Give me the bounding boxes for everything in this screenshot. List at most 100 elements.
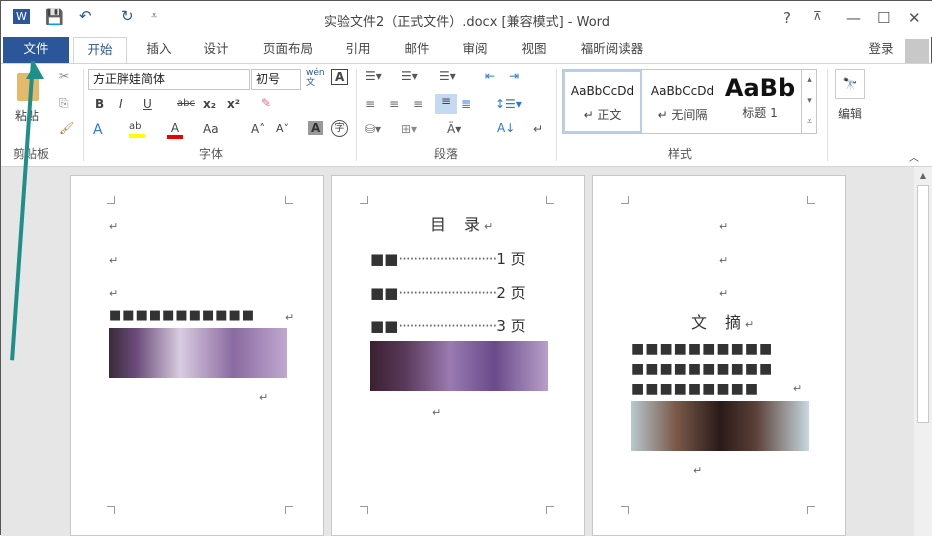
help-icon[interactable]: ? — [783, 9, 791, 27]
separator — [827, 69, 828, 161]
toc-entry[interactable]: ■■··························1 页 — [370, 248, 555, 269]
tab-references[interactable]: 引用 — [336, 37, 380, 64]
align-center-icon[interactable]: ≡ — [389, 97, 399, 111]
collapse-ribbon-icon[interactable]: ︿ — [909, 149, 919, 164]
highlight-icon[interactable]: ab — [129, 121, 145, 138]
styles-group-label: 样式 — [668, 147, 693, 161]
change-case-button[interactable]: Aa — [203, 122, 219, 136]
toc-title: 目 录 — [430, 215, 482, 234]
login-link[interactable]: 登录 — [863, 37, 899, 64]
ribbon-display-icon[interactable]: ⊼ — [813, 9, 822, 23]
cut-icon[interactable]: ✂ — [59, 69, 69, 83]
style-name: ↵ 无间隔 — [657, 108, 708, 122]
style-name: ↵ 正文 — [583, 108, 622, 122]
scrollbar-thumb[interactable] — [917, 185, 929, 423]
bold-button[interactable]: B — [95, 97, 104, 111]
close-icon[interactable]: ✕ — [908, 9, 921, 27]
separator — [356, 69, 357, 161]
tab-design[interactable]: 设计 — [194, 37, 238, 64]
enclose-char-icon[interactable]: 字 — [331, 120, 348, 137]
tab-layout[interactable]: 页面布局 — [253, 37, 323, 64]
chinese-layout-icon[interactable]: Ä▾ — [447, 122, 461, 136]
sort-icon[interactable]: A↓ — [497, 121, 515, 135]
page-2: 目 录 ↵ ■■··························1 页 ■■… — [331, 175, 585, 536]
decorative-image — [631, 401, 809, 451]
line-spacing-icon[interactable]: ↕☰▾ — [495, 97, 522, 111]
tab-insert[interactable]: 插入 — [137, 37, 181, 64]
style-preview: AaBb — [724, 74, 796, 102]
font-group-label: 字体 — [199, 147, 224, 161]
justify-icon[interactable]: ≡ — [435, 94, 457, 114]
paragraph-mark: ↵ — [432, 406, 442, 419]
paragraph-group-label: 段落 — [434, 147, 459, 161]
increase-indent-icon[interactable]: ⇥ — [509, 69, 519, 83]
bullets-icon[interactable]: ☰▾ — [365, 69, 382, 83]
paragraph-mark: ↵ — [719, 220, 729, 233]
superscript-button[interactable]: x² — [227, 97, 240, 111]
text-effect-icon[interactable]: A — [93, 122, 103, 138]
numbering-icon[interactable]: ☰▾ — [401, 69, 418, 83]
clear-format-icon[interactable]: ✎ — [261, 96, 271, 110]
find-icon[interactable]: 🔭 — [835, 69, 865, 99]
toc-entry[interactable]: ■■··························2 页 — [370, 282, 555, 303]
paragraph-mark: ↵ — [484, 220, 494, 233]
avatar[interactable] — [905, 39, 929, 63]
clipboard-group-label: 剪贴板 — [13, 147, 50, 161]
font-color-icon[interactable]: A — [167, 121, 183, 139]
subscript-button[interactable]: x₂ — [203, 97, 216, 111]
style-heading-1[interactable]: AaBb 标题 1 — [723, 70, 797, 133]
align-left-icon[interactable]: ≡ — [365, 97, 375, 111]
copy-icon[interactable]: ⎘ — [59, 96, 69, 111]
paragraph-mark: ↵ — [745, 318, 755, 331]
underline-button[interactable]: U — [143, 97, 152, 111]
paragraph-mark: ↵ — [793, 382, 803, 395]
scroll-up-icon[interactable]: ▲ — [914, 171, 932, 180]
style-normal[interactable]: AaBbCcDd ↵ 正文 — [563, 70, 642, 133]
style-no-spacing[interactable]: AaBbCcDd ↵ 无间隔 — [643, 70, 722, 133]
char-border-icon[interactable]: A — [331, 69, 349, 85]
gallery-scroll[interactable]: ▴ ▾ ⩡ — [801, 70, 817, 133]
separator — [556, 69, 557, 161]
tab-review[interactable]: 审阅 — [453, 37, 497, 64]
tab-home[interactable]: 开始 — [73, 37, 127, 64]
format-painter-icon[interactable]: 🖌 — [59, 121, 74, 135]
toc-entry[interactable]: ■■··························3 页 — [370, 315, 555, 336]
vertical-scrollbar[interactable]: ▲ — [914, 167, 932, 536]
abstract-line: ■■■■■■■■■ — [631, 381, 760, 397]
decorative-image — [370, 341, 548, 391]
align-right-icon[interactable]: ≡ — [413, 97, 423, 111]
tab-view[interactable]: 视图 — [512, 37, 556, 64]
phonetic-guide-icon[interactable]: wén文 — [306, 68, 325, 88]
maximize-icon[interactable]: ☐ — [877, 9, 890, 27]
italic-button[interactable]: I — [119, 97, 123, 111]
shading-icon[interactable]: ⛁▾ — [365, 122, 381, 136]
paragraph-mark: ↵ — [693, 464, 703, 477]
tab-mailings[interactable]: 邮件 — [395, 37, 439, 64]
grow-font-button[interactable]: A˄ — [251, 122, 265, 136]
tab-file[interactable]: 文件 — [3, 37, 69, 64]
style-name: 标题 1 — [742, 106, 778, 120]
paragraph-mark: ↵ — [109, 254, 119, 267]
show-marks-icon[interactable]: ↵ — [533, 122, 543, 136]
title-blocks: ■■■■■■■■■■■ — [109, 308, 256, 323]
char-shading-icon[interactable]: A — [308, 121, 324, 135]
style-preview: AaBbCcDd — [650, 84, 715, 98]
borders-icon[interactable]: ⊞▾ — [401, 122, 417, 136]
paragraph-mark: ↵ — [259, 391, 269, 404]
distributed-icon[interactable]: ≣ — [461, 97, 471, 111]
font-size-combo[interactable]: 初号 — [251, 69, 301, 90]
decrease-indent-icon[interactable]: ⇤ — [485, 69, 495, 83]
strikethrough-button[interactable]: abc — [177, 98, 195, 109]
annotation-arrowhead — [26, 63, 44, 79]
minimize-icon[interactable]: — — [846, 9, 861, 27]
font-name-combo[interactable]: 方正胖娃简体 — [88, 69, 250, 90]
multilevel-list-icon[interactable]: ☰▾ — [439, 69, 456, 83]
paragraph-mark: ↵ — [719, 254, 729, 267]
shrink-font-button[interactable]: A˅ — [276, 122, 289, 135]
ribbon-tabs: 文件 开始 插入 设计 页面布局 引用 邮件 审阅 视图 福昕阅读器 登录 — [1, 37, 932, 64]
paragraph-mark: ↵ — [285, 311, 295, 324]
title-bar: W 💾 ↶ ↻ ⩡ 实验文件2（正式文件）.docx [兼容模式] - Word… — [1, 1, 932, 37]
editing-button[interactable]: 编辑 — [838, 105, 862, 122]
page-3: ↵ ↵ ↵ 文 摘 ↵ ■■■■■■■■■■ ■■■■■■■■■■ ■■■■■■… — [592, 175, 846, 536]
tab-foxit[interactable]: 福昕阅读器 — [571, 37, 653, 64]
